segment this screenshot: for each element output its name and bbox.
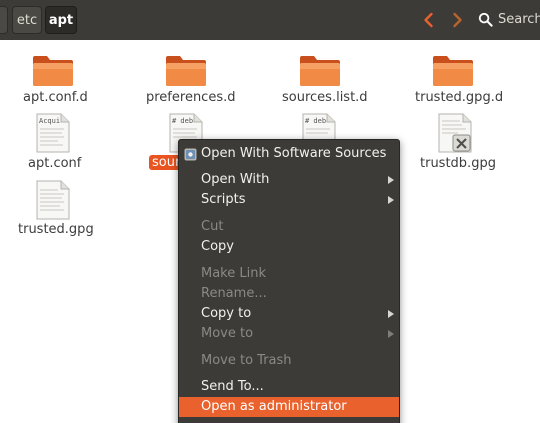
submenu-arrow-icon (388, 196, 394, 204)
file-preview-text: # deb (305, 117, 326, 125)
search-label: Search (498, 12, 540, 27)
breadcrumb-root[interactable] (0, 6, 8, 34)
menu-item-copy[interactable]: Copy (179, 237, 399, 257)
menu-item-label: Make Link (201, 266, 266, 281)
binary-file-icon[interactable] (438, 113, 472, 153)
file-label[interactable]: apt.conf.d (23, 90, 88, 105)
context-menu: Open With Software Sources Open With Scr… (178, 139, 400, 423)
file-preview-text: Acqui (39, 117, 60, 125)
file-label[interactable]: apt.conf (28, 156, 81, 171)
search-icon (478, 12, 493, 27)
forward-button[interactable] (447, 10, 467, 30)
menu-item-label: Copy (201, 239, 234, 254)
menu-item-move-to-trash[interactable]: Move to Trash (179, 351, 399, 371)
menu-item-open-with[interactable]: Open With (179, 170, 399, 190)
menu-item-label: Rename... (201, 286, 267, 301)
menu-item-open-as-administrator[interactable]: Open as administrator (179, 397, 399, 417)
text-file-icon[interactable]: Acqui (36, 113, 70, 153)
menu-item-make-link[interactable]: Make Link (179, 264, 399, 284)
folder-icon[interactable] (32, 53, 74, 87)
menu-item-label: Open as administrator (201, 399, 347, 414)
menu-item-label: Open With (201, 172, 270, 187)
breadcrumb-apt[interactable]: apt (45, 6, 77, 34)
file-label[interactable]: preferences.d (146, 90, 235, 105)
menu-item-open-with-software-sources[interactable]: Open With Software Sources (179, 144, 399, 164)
back-button[interactable] (419, 10, 439, 30)
menu-item-label: Open With Software Sources (201, 146, 387, 161)
header-bar: etc apt Search (0, 0, 540, 40)
menu-item-cut[interactable]: Cut (179, 217, 399, 237)
file-label[interactable]: trusted.gpg (18, 222, 94, 237)
text-file-icon[interactable] (36, 180, 70, 220)
menu-item-label: Move to (201, 326, 254, 341)
submenu-arrow-icon (388, 176, 394, 184)
file-label[interactable]: trustdb.gpg (420, 156, 496, 171)
menu-item-rename[interactable]: Rename... (179, 284, 399, 304)
menu-item-copy-to[interactable]: Copy to (179, 304, 399, 324)
submenu-arrow-icon (388, 330, 394, 338)
menu-item-move-to[interactable]: Move to (179, 324, 399, 344)
file-preview-text: # deb (172, 117, 193, 125)
menu-item-label: Copy to (201, 306, 252, 321)
menu-item-send-to[interactable]: Send To... (179, 377, 399, 397)
search-button[interactable]: Search (474, 6, 540, 34)
menu-item-label: Send To... (201, 379, 264, 394)
folder-icon[interactable] (165, 53, 207, 87)
menu-item-label: Cut (201, 219, 224, 234)
menu-item-scripts[interactable]: Scripts (179, 190, 399, 210)
software-sources-icon (184, 148, 197, 161)
breadcrumb-etc[interactable]: etc (12, 6, 42, 34)
chevron-left-icon (424, 12, 433, 28)
file-label[interactable]: trusted.gpg.d (415, 90, 503, 105)
menu-item-label: Scripts (201, 192, 246, 207)
folder-icon[interactable] (432, 53, 474, 87)
menu-item-label: Move to Trash (201, 353, 292, 368)
folder-icon[interactable] (299, 53, 341, 87)
submenu-arrow-icon (388, 310, 394, 318)
file-label[interactable]: sources.list.d (282, 90, 368, 105)
chevron-right-icon (453, 12, 462, 28)
